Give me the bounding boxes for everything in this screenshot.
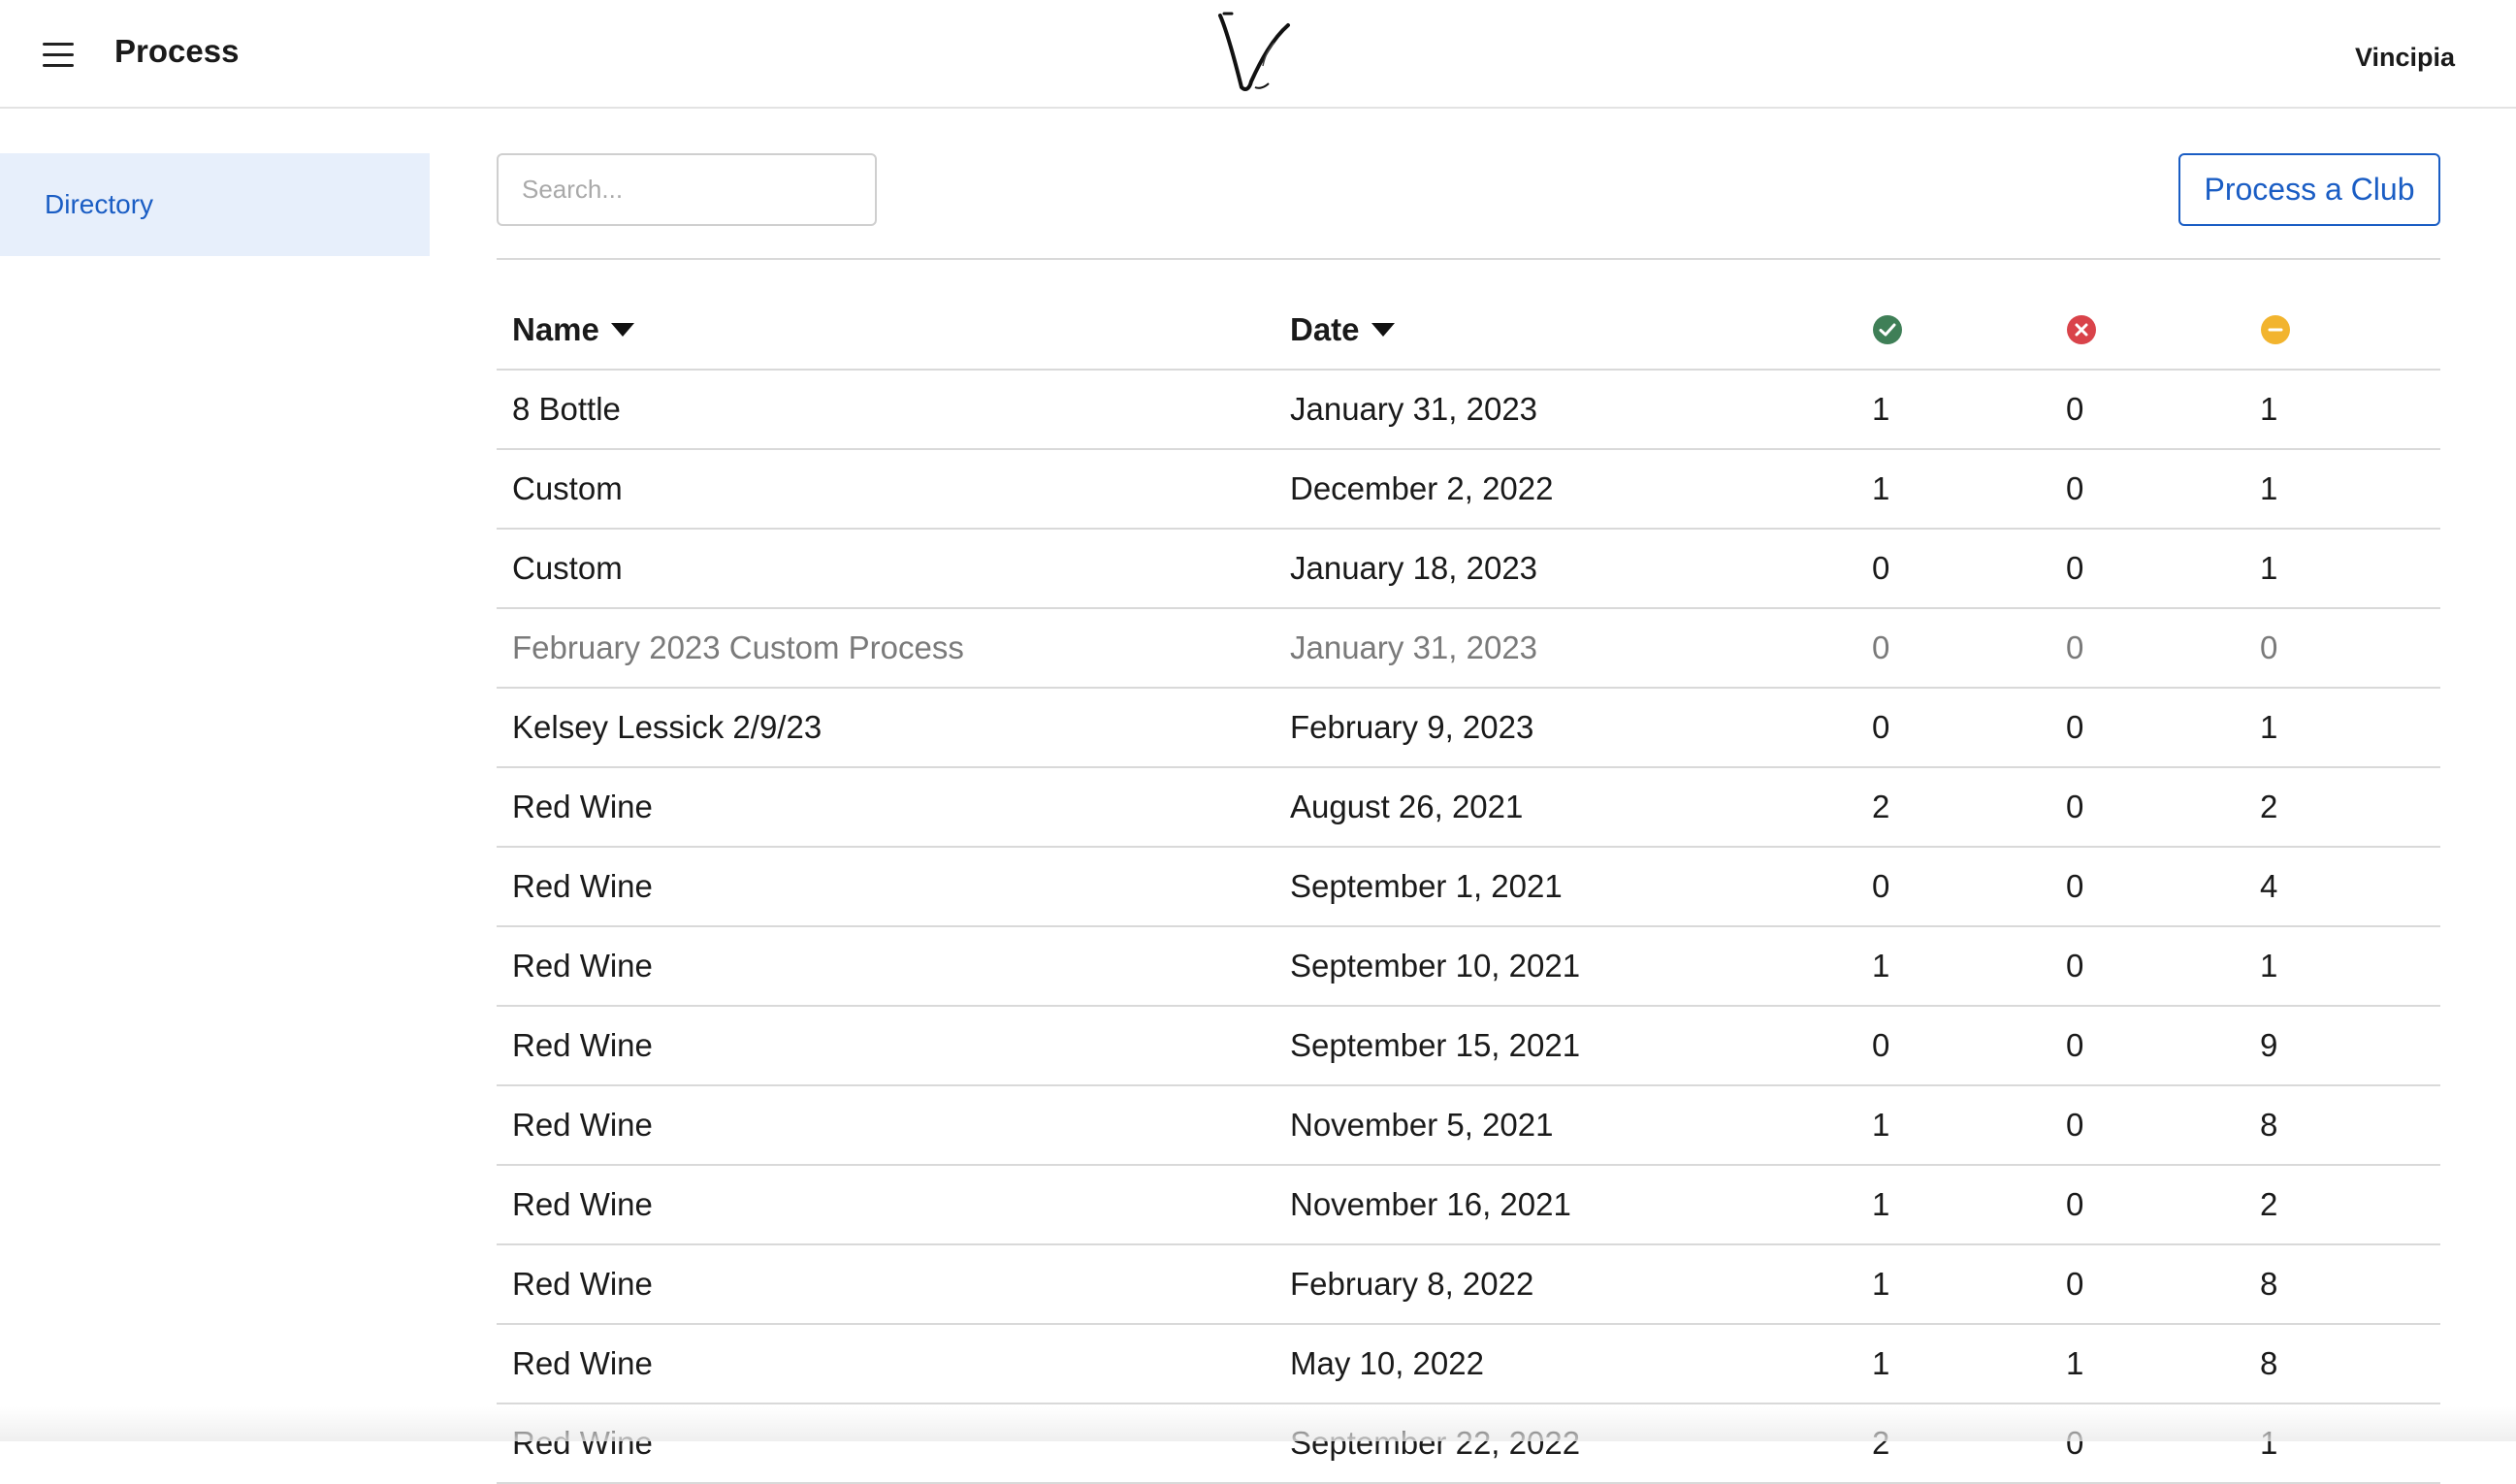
cell-error-count: 0	[2066, 470, 2084, 506]
cell-success-count: 0	[1872, 629, 1890, 665]
cell-date: November 5, 2021	[1290, 1107, 1554, 1143]
cell-name: Red Wine	[512, 1027, 653, 1063]
cell-pending-count: 0	[2260, 629, 2278, 665]
cell-name: February 2023 Custom Process	[512, 629, 964, 665]
cell-success-count: 2	[1872, 789, 1890, 824]
table-row[interactable]: Kelsey Lessick 2/9/23 February 9, 2023 0 0 1	[497, 689, 2440, 768]
cell-pending-count: 1	[2260, 948, 2278, 984]
caret-down-icon	[1371, 323, 1395, 337]
cell-success-count: 0	[1872, 1027, 1890, 1063]
cell-error-count: 0	[2066, 789, 2084, 824]
cell-error-count: 0	[2066, 868, 2084, 904]
cell-name: Red Wine	[512, 1186, 653, 1222]
cell-pending-count: 9	[2260, 1027, 2278, 1063]
cell-error-count: 0	[2066, 391, 2084, 427]
cell-success-count: 1	[1872, 1107, 1890, 1143]
cell-date: February 8, 2022	[1290, 1266, 1534, 1302]
column-header-date[interactable]: Date	[1290, 291, 1395, 369]
cell-success-count: 0	[1872, 550, 1890, 586]
divider	[497, 258, 2440, 260]
cell-date: January 31, 2023	[1290, 629, 1538, 665]
cell-error-count: 0	[2066, 550, 2084, 586]
cell-success-count: 1	[1872, 1186, 1890, 1222]
cell-error-count: 0	[2066, 1107, 2084, 1143]
scroll-fade	[0, 1406, 2516, 1441]
account-name[interactable]: Vincipia	[2355, 43, 2455, 73]
cell-pending-count: 2	[2260, 789, 2278, 824]
cell-success-count: 1	[1872, 948, 1890, 984]
column-header-name[interactable]: Name	[512, 291, 634, 369]
hamburger-menu-icon[interactable]	[39, 37, 78, 72]
table-row[interactable]: Red Wine February 8, 2022 1 0 8	[497, 1245, 2440, 1325]
table-row[interactable]: Red Wine September 10, 2021 1 0 1	[497, 927, 2440, 1007]
cell-date: August 26, 2021	[1290, 789, 1524, 824]
cell-success-count: 0	[1872, 868, 1890, 904]
cell-name: Red Wine	[512, 948, 653, 984]
cell-error-count: 0	[2066, 709, 2084, 745]
cell-success-count: 1	[1872, 1345, 1890, 1381]
cell-error-count: 0	[2066, 1266, 2084, 1302]
cell-date: May 10, 2022	[1290, 1345, 1484, 1381]
process-table: Name Date 8 Bottle January 31, 2023 1 0 1 Cus…	[497, 291, 2440, 1484]
cell-date: January 31, 2023	[1290, 391, 1538, 427]
check-circle-icon	[1873, 315, 1902, 344]
cell-name: 8 Bottle	[512, 391, 621, 427]
cell-name: Custom	[512, 470, 623, 506]
cell-name: Red Wine	[512, 789, 653, 824]
x-circle-icon	[2067, 315, 2096, 344]
table-row[interactable]: Red Wine May 10, 2022 1 1 8	[497, 1325, 2440, 1404]
cell-error-count: 0	[2066, 629, 2084, 665]
search-input[interactable]	[497, 153, 877, 226]
cell-pending-count: 8	[2260, 1266, 2278, 1302]
cell-pending-count: 8	[2260, 1345, 2278, 1381]
table-body: 8 Bottle January 31, 2023 1 0 1 Custom Decembe…	[497, 371, 2440, 1484]
cell-date: February 9, 2023	[1290, 709, 1534, 745]
cell-pending-count: 1	[2260, 470, 2278, 506]
cell-error-count: 1	[2066, 1345, 2084, 1381]
table-row[interactable]: Custom January 18, 2023 0 0 1	[497, 530, 2440, 609]
page-title: Process	[114, 33, 240, 69]
cell-pending-count: 1	[2260, 550, 2278, 586]
top-bar: Process Vincipia	[0, 0, 2516, 109]
cell-date: December 2, 2022	[1290, 470, 1554, 506]
table-row[interactable]: Custom December 2, 2022 1 0 1	[497, 450, 2440, 530]
table-row[interactable]: 8 Bottle January 31, 2023 1 0 1	[497, 371, 2440, 450]
table-row[interactable]: Red Wine September 1, 2021 0 0 4	[497, 848, 2440, 927]
cell-name: Red Wine	[512, 1266, 653, 1302]
cell-success-count: 1	[1872, 1266, 1890, 1302]
cell-pending-count: 8	[2260, 1107, 2278, 1143]
cell-name: Kelsey Lessick 2/9/23	[512, 709, 823, 745]
cell-success-count: 1	[1872, 470, 1890, 506]
cell-success-count: 1	[1872, 391, 1890, 427]
cell-date: January 18, 2023	[1290, 550, 1538, 586]
minus-circle-icon	[2261, 315, 2290, 344]
sidebar-item-directory[interactable]: Directory	[0, 153, 430, 256]
cell-error-count: 0	[2066, 948, 2084, 984]
vincipia-v-logo	[1218, 12, 1290, 91]
table-row[interactable]: Red Wine November 16, 2021 1 0 2	[497, 1166, 2440, 1245]
cell-date: September 15, 2021	[1290, 1027, 1581, 1063]
table-row[interactable]: February 2023 Custom Process January 31, …	[497, 609, 2440, 689]
cell-date: September 1, 2021	[1290, 868, 1563, 904]
cell-pending-count: 1	[2260, 709, 2278, 745]
cell-name: Custom	[512, 550, 623, 586]
cell-name: Red Wine	[512, 1107, 653, 1143]
cell-pending-count: 1	[2260, 391, 2278, 427]
cell-name: Red Wine	[512, 1345, 653, 1381]
table-row[interactable]: Red Wine August 26, 2021 2 0 2	[497, 768, 2440, 848]
cell-pending-count: 2	[2260, 1186, 2278, 1222]
table-row[interactable]: Red Wine September 15, 2021 0 0 9	[497, 1007, 2440, 1086]
cell-pending-count: 4	[2260, 868, 2278, 904]
cell-date: September 10, 2021	[1290, 948, 1581, 984]
cell-date: November 16, 2021	[1290, 1186, 1571, 1222]
cell-error-count: 0	[2066, 1027, 2084, 1063]
cell-error-count: 0	[2066, 1186, 2084, 1222]
cell-name: Red Wine	[512, 868, 653, 904]
process-a-club-button[interactable]: Process a Club	[2178, 153, 2440, 226]
table-header: Name Date	[497, 291, 2440, 371]
cell-success-count: 0	[1872, 709, 1890, 745]
table-row[interactable]: Red Wine November 5, 2021 1 0 8	[497, 1086, 2440, 1166]
caret-down-icon	[610, 323, 634, 337]
